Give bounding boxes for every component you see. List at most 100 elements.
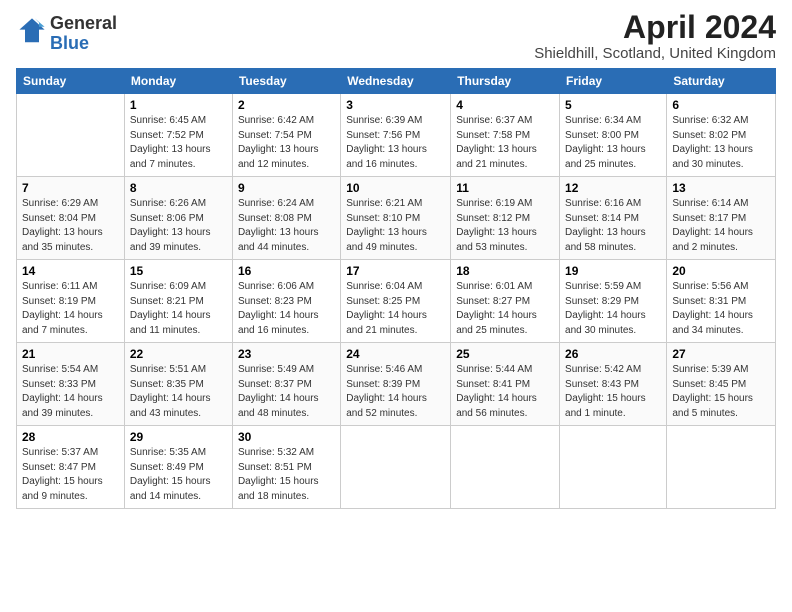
day-info: Sunrise: 5:49 AM Sunset: 8:37 PM Dayligh… bbox=[238, 363, 335, 421]
day-info: Sunrise: 5:46 AM Sunset: 8:39 PM Dayligh… bbox=[346, 363, 445, 421]
day-number: 12 bbox=[565, 181, 661, 195]
day-number: 28 bbox=[22, 430, 119, 444]
page: General Blue April 2024 Shieldhill, Scot… bbox=[0, 0, 792, 519]
calendar-week-row: 28 Sunrise: 5:37 AM Sunset: 8:47 PM Dayli… bbox=[17, 426, 776, 509]
day-info: Sunrise: 5:35 AM Sunset: 8:49 PM Dayligh… bbox=[130, 446, 227, 504]
calendar-cell: 28 Sunrise: 5:37 AM Sunset: 8:47 PM Dayli… bbox=[17, 426, 125, 509]
day-info: Sunrise: 6:09 AM Sunset: 8:21 PM Dayligh… bbox=[130, 280, 227, 338]
day-number: 15 bbox=[130, 264, 227, 278]
day-number: 10 bbox=[346, 181, 445, 195]
day-info: Sunrise: 6:45 AM Sunset: 7:52 PM Dayligh… bbox=[130, 114, 227, 172]
calendar-cell: 29 Sunrise: 5:35 AM Sunset: 8:49 PM Dayli… bbox=[124, 426, 232, 509]
calendar-week-row: 14Sunrise: 6:11 AM Sunset: 8:19 PM Dayli… bbox=[17, 260, 776, 343]
day-number: 16 bbox=[238, 264, 335, 278]
calendar-cell: 8Sunrise: 6:26 AM Sunset: 8:06 PM Daylig… bbox=[124, 177, 232, 260]
page-subtitle: Shieldhill, Scotland, United Kingdom bbox=[534, 45, 776, 62]
logo-icon bbox=[18, 17, 46, 45]
day-info: Sunrise: 6:26 AM Sunset: 8:06 PM Dayligh… bbox=[130, 197, 227, 255]
day-number: 7 bbox=[22, 181, 119, 195]
calendar-table: SundayMondayTuesdayWednesdayThursdayFrid… bbox=[16, 68, 776, 509]
weekday-header-cell: Sunday bbox=[17, 69, 125, 94]
day-info: Sunrise: 6:29 AM Sunset: 8:04 PM Dayligh… bbox=[22, 197, 119, 255]
day-number: 17 bbox=[346, 264, 445, 278]
day-info: Sunrise: 6:01 AM Sunset: 8:27 PM Dayligh… bbox=[456, 280, 554, 338]
calendar-cell bbox=[451, 426, 560, 509]
day-info: Sunrise: 6:42 AM Sunset: 7:54 PM Dayligh… bbox=[238, 114, 335, 172]
day-info: Sunrise: 6:06 AM Sunset: 8:23 PM Dayligh… bbox=[238, 280, 335, 338]
calendar-cell bbox=[667, 426, 776, 509]
day-number: 25 bbox=[456, 347, 554, 361]
calendar-cell: 17Sunrise: 6:04 AM Sunset: 8:25 PM Dayli… bbox=[341, 260, 451, 343]
calendar-cell: 10 Sunrise: 6:21 AM Sunset: 8:10 PM Dayli… bbox=[341, 177, 451, 260]
day-number: 4 bbox=[456, 98, 554, 112]
calendar-cell: 9Sunrise: 6:24 AM Sunset: 8:08 PM Daylig… bbox=[232, 177, 340, 260]
weekday-header-row: SundayMondayTuesdayWednesdayThursdayFrid… bbox=[17, 69, 776, 94]
calendar-cell: 13Sunrise: 6:14 AM Sunset: 8:17 PM Dayli… bbox=[667, 177, 776, 260]
calendar-cell: 23 Sunrise: 5:49 AM Sunset: 8:37 PM Dayli… bbox=[232, 343, 340, 426]
day-number: 26 bbox=[565, 347, 661, 361]
day-info: Sunrise: 5:37 AM Sunset: 8:47 PM Dayligh… bbox=[22, 446, 119, 504]
day-info: Sunrise: 6:21 AM Sunset: 8:10 PM Dayligh… bbox=[346, 197, 445, 255]
day-info: Sunrise: 6:34 AM Sunset: 8:00 PM Dayligh… bbox=[565, 114, 661, 172]
day-number: 9 bbox=[238, 181, 335, 195]
logo: General Blue bbox=[16, 14, 117, 54]
calendar-cell: 2 Sunrise: 6:42 AM Sunset: 7:54 PM Daylig… bbox=[232, 94, 340, 177]
weekday-header-cell: Thursday bbox=[451, 69, 560, 94]
day-info: Sunrise: 6:14 AM Sunset: 8:17 PM Dayligh… bbox=[672, 197, 770, 255]
calendar-cell: 1 Sunrise: 6:45 AM Sunset: 7:52 PM Daylig… bbox=[124, 94, 232, 177]
day-number: 19 bbox=[565, 264, 661, 278]
day-info: Sunrise: 5:54 AM Sunset: 8:33 PM Dayligh… bbox=[22, 363, 119, 421]
calendar-cell: 25Sunrise: 5:44 AM Sunset: 8:41 PM Dayli… bbox=[451, 343, 560, 426]
day-info: Sunrise: 6:39 AM Sunset: 7:56 PM Dayligh… bbox=[346, 114, 445, 172]
calendar-cell: 11Sunrise: 6:19 AM Sunset: 8:12 PM Dayli… bbox=[451, 177, 560, 260]
day-number: 20 bbox=[672, 264, 770, 278]
day-number: 2 bbox=[238, 98, 335, 112]
day-number: 11 bbox=[456, 181, 554, 195]
calendar-cell bbox=[341, 426, 451, 509]
day-info: Sunrise: 5:59 AM Sunset: 8:29 PM Dayligh… bbox=[565, 280, 661, 338]
calendar-week-row: 1 Sunrise: 6:45 AM Sunset: 7:52 PM Daylig… bbox=[17, 94, 776, 177]
calendar-cell: 6 Sunrise: 6:32 AM Sunset: 8:02 PM Daylig… bbox=[667, 94, 776, 177]
weekday-header-cell: Friday bbox=[560, 69, 667, 94]
calendar-cell: 3 Sunrise: 6:39 AM Sunset: 7:56 PM Daylig… bbox=[341, 94, 451, 177]
day-number: 27 bbox=[672, 347, 770, 361]
calendar-cell: 4 Sunrise: 6:37 AM Sunset: 7:58 PM Daylig… bbox=[451, 94, 560, 177]
day-info: Sunrise: 5:42 AM Sunset: 8:43 PM Dayligh… bbox=[565, 363, 661, 421]
calendar-cell: 20 Sunrise: 5:56 AM Sunset: 8:31 PM Dayli… bbox=[667, 260, 776, 343]
weekday-header-cell: Saturday bbox=[667, 69, 776, 94]
calendar-week-row: 21 Sunrise: 5:54 AM Sunset: 8:33 PM Dayli… bbox=[17, 343, 776, 426]
calendar-cell: 26 Sunrise: 5:42 AM Sunset: 8:43 PM Dayli… bbox=[560, 343, 667, 426]
calendar-cell: 12Sunrise: 6:16 AM Sunset: 8:14 PM Dayli… bbox=[560, 177, 667, 260]
calendar-cell: 5 Sunrise: 6:34 AM Sunset: 8:00 PM Daylig… bbox=[560, 94, 667, 177]
day-info: Sunrise: 6:32 AM Sunset: 8:02 PM Dayligh… bbox=[672, 114, 770, 172]
day-number: 5 bbox=[565, 98, 661, 112]
day-number: 1 bbox=[130, 98, 227, 112]
calendar-cell: 18 Sunrise: 6:01 AM Sunset: 8:27 PM Dayli… bbox=[451, 260, 560, 343]
day-info: Sunrise: 5:32 AM Sunset: 8:51 PM Dayligh… bbox=[238, 446, 335, 504]
calendar-cell: 19 Sunrise: 5:59 AM Sunset: 8:29 PM Dayli… bbox=[560, 260, 667, 343]
day-number: 3 bbox=[346, 98, 445, 112]
calendar-cell: 14Sunrise: 6:11 AM Sunset: 8:19 PM Dayli… bbox=[17, 260, 125, 343]
day-info: Sunrise: 6:37 AM Sunset: 7:58 PM Dayligh… bbox=[456, 114, 554, 172]
day-info: Sunrise: 5:56 AM Sunset: 8:31 PM Dayligh… bbox=[672, 280, 770, 338]
day-number: 18 bbox=[456, 264, 554, 278]
calendar-cell: 24 Sunrise: 5:46 AM Sunset: 8:39 PM Dayli… bbox=[341, 343, 451, 426]
logo-blue: Blue bbox=[50, 33, 89, 53]
calendar-body: 1 Sunrise: 6:45 AM Sunset: 7:52 PM Daylig… bbox=[17, 94, 776, 509]
logo-general: General bbox=[50, 13, 117, 33]
day-number: 29 bbox=[130, 430, 227, 444]
day-number: 23 bbox=[238, 347, 335, 361]
day-info: Sunrise: 5:39 AM Sunset: 8:45 PM Dayligh… bbox=[672, 363, 770, 421]
calendar-week-row: 7 Sunrise: 6:29 AM Sunset: 8:04 PM Daylig… bbox=[17, 177, 776, 260]
day-number: 14 bbox=[22, 264, 119, 278]
calendar-cell: 22Sunrise: 5:51 AM Sunset: 8:35 PM Dayli… bbox=[124, 343, 232, 426]
header: General Blue April 2024 Shieldhill, Scot… bbox=[16, 10, 776, 62]
calendar-cell: 21 Sunrise: 5:54 AM Sunset: 8:33 PM Dayli… bbox=[17, 343, 125, 426]
calendar-cell bbox=[560, 426, 667, 509]
page-title: April 2024 bbox=[534, 10, 776, 45]
day-number: 30 bbox=[238, 430, 335, 444]
day-number: 21 bbox=[22, 347, 119, 361]
day-number: 6 bbox=[672, 98, 770, 112]
calendar-cell bbox=[17, 94, 125, 177]
day-number: 24 bbox=[346, 347, 445, 361]
